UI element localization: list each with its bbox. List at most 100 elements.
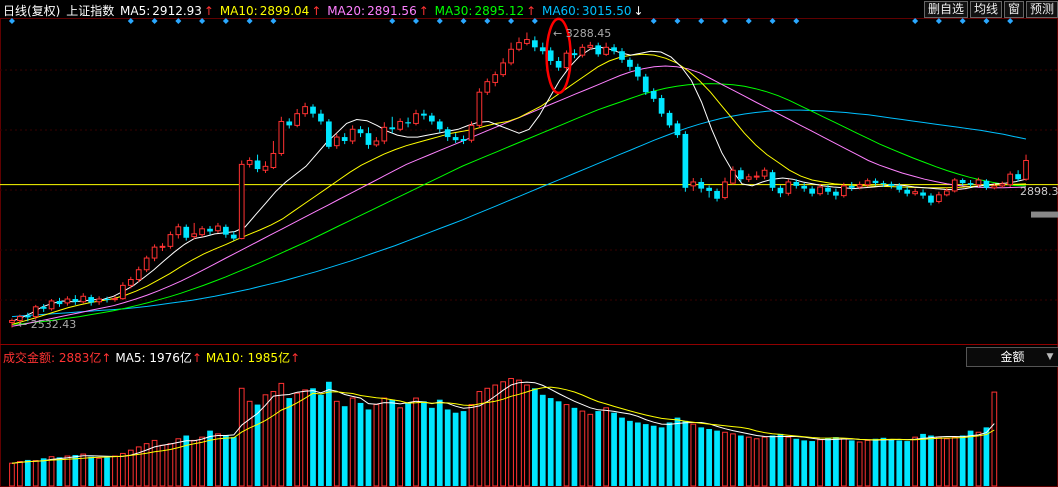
- candle: [587, 44, 594, 48]
- vol-ma10-label: MA10:: [205, 351, 244, 365]
- volume-bar: [9, 462, 15, 487]
- amount-value: 2883亿: [58, 351, 102, 365]
- candle: [658, 98, 665, 114]
- volume-bar: [658, 427, 665, 486]
- candle: [120, 284, 126, 300]
- candle: [650, 91, 657, 99]
- candle: [833, 191, 839, 196]
- volume-bar: [24, 459, 31, 486]
- candle: [524, 39, 530, 44]
- volume-bar: [912, 436, 918, 487]
- moving-average-button[interactable]: 均线: [969, 1, 1002, 18]
- candle: [270, 152, 277, 169]
- candle: [397, 120, 404, 130]
- volume-bar: [524, 384, 530, 487]
- candle: [531, 40, 538, 48]
- ma30-value: 2895.12: [474, 4, 525, 18]
- candle: [223, 226, 229, 235]
- candle: [492, 74, 499, 83]
- volume-bar: [880, 437, 887, 486]
- candle: [674, 123, 681, 136]
- candle: [880, 183, 887, 185]
- candle: [627, 59, 633, 67]
- candle: [753, 175, 760, 178]
- volume-bar: [112, 455, 118, 487]
- ma20-value: 2891.56: [367, 4, 417, 18]
- candle: [698, 181, 705, 189]
- candle: [381, 126, 388, 142]
- candle: [159, 245, 166, 248]
- candle: [611, 47, 617, 52]
- low-price-value: 2532.43: [30, 318, 77, 331]
- amount-selector[interactable]: 金额 ▼: [966, 347, 1058, 367]
- volume-bar: [539, 394, 546, 486]
- candle: [429, 115, 435, 122]
- candle: [413, 113, 419, 124]
- volume-bar: [840, 438, 847, 487]
- volume-bar: [32, 460, 39, 487]
- candle: [896, 185, 903, 190]
- volume-bar: [460, 411, 467, 486]
- candle: [88, 297, 95, 303]
- candle: [555, 60, 562, 68]
- forecast-button[interactable]: 预测: [1025, 1, 1058, 18]
- volume-bar: [199, 436, 205, 487]
- candle: [595, 45, 602, 55]
- volume-bar: [706, 429, 712, 486]
- last-price-value: 2898.3: [1020, 185, 1058, 198]
- vol-ma5-arrow-icon: ↑: [191, 351, 202, 365]
- volume-bar: [270, 391, 277, 487]
- volume-bar: [246, 400, 253, 487]
- volume-bar: [595, 411, 602, 486]
- volume-bar: [516, 379, 522, 487]
- volume-bar: [17, 461, 23, 487]
- vol-ma10-arrow-icon: ↑: [290, 351, 301, 365]
- ma5-arrow-icon: ↑: [203, 4, 214, 18]
- candle: [9, 319, 15, 323]
- volume-bar: [943, 438, 950, 487]
- volume-bar: [983, 427, 990, 486]
- volume-bar: [563, 404, 570, 487]
- candle: [825, 187, 831, 192]
- candle: [262, 165, 269, 171]
- volume-bar: [215, 433, 221, 487]
- volume-bar: [373, 404, 380, 487]
- volume-bar: [183, 435, 190, 486]
- volume-bar: [500, 381, 507, 487]
- delete-watchlist-button[interactable]: 删自选: [923, 1, 968, 18]
- candle: [936, 194, 942, 202]
- volume-bar: [555, 401, 562, 486]
- vol-ma5-label: MA5:: [115, 351, 146, 365]
- volume-bar: [642, 424, 649, 486]
- candle: [888, 183, 895, 186]
- period-label[interactable]: 日线(复权): [3, 4, 60, 18]
- volume-header: 成交金额: 2883亿↑ MA5: 1976亿↑ MA10: 1985亿↑: [3, 349, 300, 365]
- candle: [365, 133, 372, 145]
- candle: [302, 106, 308, 115]
- candle: [318, 113, 324, 122]
- amount-selector-value: 金额: [1000, 350, 1025, 364]
- candle: [690, 181, 697, 187]
- candle: [508, 48, 514, 64]
- candle: [539, 47, 546, 52]
- kline-chart[interactable]: [0, 0, 1058, 487]
- candle: [215, 225, 221, 232]
- volume-bar: [785, 436, 792, 487]
- candle: [959, 180, 966, 184]
- candle: [64, 298, 71, 304]
- ma30-label: MA30:: [434, 4, 473, 18]
- candle: [809, 188, 815, 194]
- candle: [56, 300, 63, 305]
- ma10-value: 2899.04: [259, 4, 310, 18]
- candle: [848, 185, 855, 188]
- volume-bar: [619, 417, 625, 486]
- volume-bar: [666, 422, 673, 486]
- volume-bar: [936, 436, 942, 487]
- candle: [112, 298, 118, 301]
- window-button[interactable]: 窗: [1003, 1, 1024, 18]
- candle: [975, 179, 982, 186]
- candle: [745, 176, 752, 180]
- candle: [904, 189, 911, 194]
- volume-bar: [967, 430, 974, 486]
- candle: [856, 184, 863, 188]
